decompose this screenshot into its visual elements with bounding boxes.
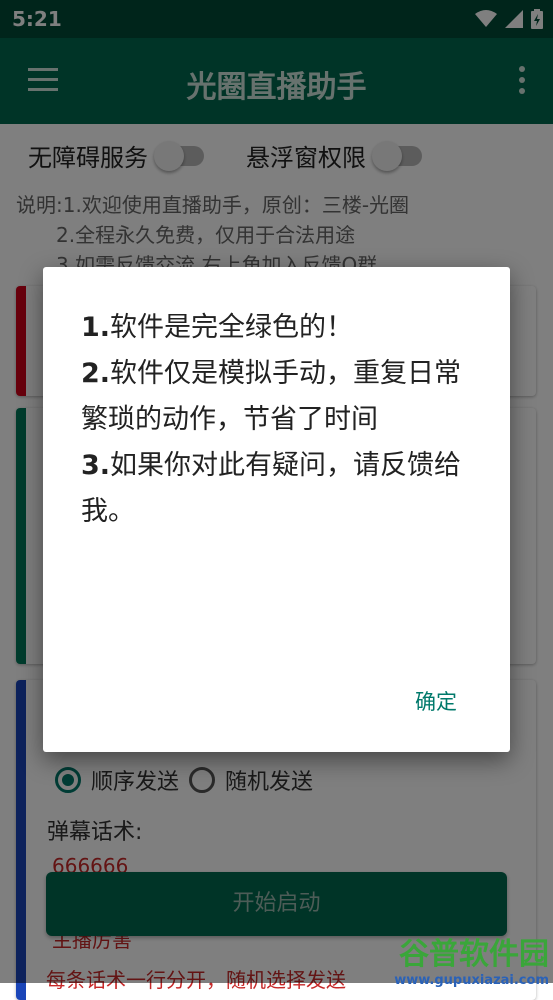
dialog-line-1: 1.软件是完全绿色的！ xyxy=(81,312,354,343)
dialog-line-2: 2.软件仅是模拟手动，重复日常繁琐的动作，节省了时间 xyxy=(81,358,462,435)
dialog-line-3: 3.如果你对此有疑问，请反馈给我。 xyxy=(81,450,462,527)
ok-button[interactable]: 确定 xyxy=(415,686,457,716)
notice-dialog: 1.软件是完全绿色的！ 2.软件仅是模拟手动，重复日常繁琐的动作，节省了时间 3… xyxy=(43,267,510,752)
watermark-url: www.gupuxiazai.com xyxy=(394,973,549,988)
watermark-logo: 谷普软件园 www.gupuxiazai.com xyxy=(385,929,549,988)
dialog-message: 1.软件是完全绿色的！ 2.软件仅是模拟手动，重复日常繁琐的动作，节省了时间 3… xyxy=(81,305,481,535)
watermark-name: 谷普软件园 xyxy=(399,937,549,972)
